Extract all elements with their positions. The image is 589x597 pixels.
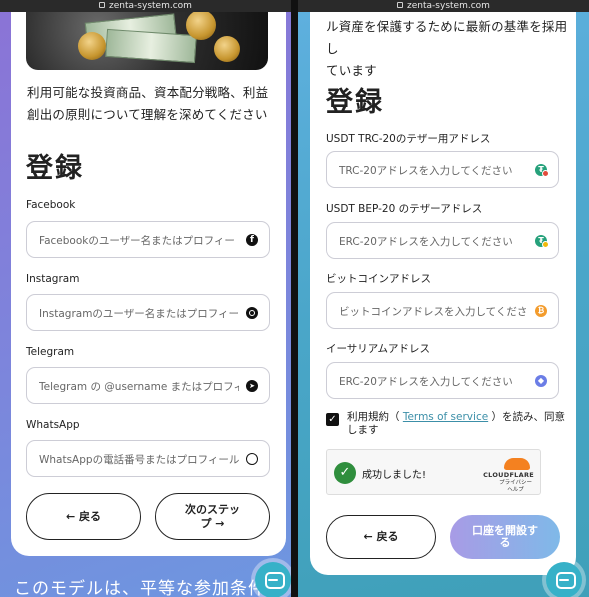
instagram-placeholder: Instagramのユーザー名またはプロフィー bbox=[39, 308, 239, 320]
right-screen: zenta-system.com ル資産を保護するために最新の基準を採用し てい… bbox=[298, 0, 589, 597]
bitcoin-icon: ₿ bbox=[535, 305, 547, 317]
whatsapp-placeholder: WhatsAppの電話番号またはプロフィール bbox=[39, 454, 239, 466]
instagram-icon bbox=[246, 307, 258, 319]
whatsapp-input[interactable]: WhatsAppの電話番号またはプロフィール bbox=[26, 440, 270, 477]
coin bbox=[78, 32, 106, 60]
url-bar[interactable]: zenta-system.com bbox=[298, 0, 589, 12]
privacy-link[interactable]: プライバシー bbox=[499, 480, 532, 487]
captcha-links: プライバシー ヘルプ bbox=[499, 480, 532, 493]
next-step-button[interactable]: 次のステッ プ → bbox=[155, 493, 270, 540]
coin bbox=[214, 36, 240, 62]
usdt-trc20-input[interactable]: TRC-20アドレスを入力してください ₮ bbox=[326, 151, 559, 188]
banknote-stack bbox=[105, 28, 197, 64]
facebook-placeholder: Facebookのユーザー名またはプロフィー bbox=[39, 235, 235, 247]
ethereum-label: イーサリアムアドレス bbox=[326, 343, 431, 355]
chat-icon[interactable] bbox=[546, 562, 582, 597]
coin bbox=[186, 10, 216, 40]
chat-icon[interactable] bbox=[255, 562, 291, 597]
captcha-widget[interactable]: ✓ 成功しました! CLOUDFLARE プライバシー ヘルプ bbox=[326, 449, 541, 495]
usdt-bep20-icon: ₮ bbox=[535, 235, 549, 248]
cloudflare-cloud-icon bbox=[504, 458, 530, 470]
facebook-icon: f bbox=[246, 234, 258, 246]
footer-text: このモデルは、平等な参加条件 bbox=[14, 579, 266, 597]
back-button[interactable]: ← 戻る bbox=[26, 493, 141, 540]
open-account-label-line2: る bbox=[499, 536, 511, 549]
terms-checkbox[interactable]: ✓ bbox=[326, 413, 339, 426]
usdt-trc20-placeholder: TRC-20アドレスを入力してください bbox=[339, 165, 513, 177]
next-button-label-line2: プ → bbox=[200, 516, 225, 530]
lock-icon bbox=[397, 2, 404, 8]
telegram-placeholder: Telegram の @username またはプロフィ bbox=[39, 381, 239, 393]
usdt-bep20-placeholder: ERC-20アドレスを入力してください bbox=[339, 236, 513, 248]
telegram-icon: ➤ bbox=[246, 380, 258, 392]
ethereum-icon: ◆ bbox=[535, 375, 547, 387]
registration-card: 利用可能な投資商品、資本配分戦略、利益創出の原則について理解を深めてください 登… bbox=[11, 0, 286, 556]
telegram-input[interactable]: Telegram の @username またはプロフィ ➤ bbox=[26, 367, 270, 404]
whatsapp-label: WhatsApp bbox=[26, 419, 80, 431]
terms-prefix: 利用規約（ bbox=[347, 411, 400, 423]
captcha-status: 成功しました! bbox=[362, 470, 427, 481]
bitcoin-placeholder: ビットコインアドレスを入力してくださ bbox=[339, 306, 528, 318]
lock-icon bbox=[99, 2, 106, 8]
usdt-bep20-label: USDT BEP-20 のテザーアドレス bbox=[326, 203, 483, 215]
success-check-icon: ✓ bbox=[334, 462, 356, 484]
ethereum-placeholder: ERC-20アドレスを入力してください bbox=[339, 376, 513, 388]
intro-line-2: ています bbox=[326, 63, 377, 78]
usdt-bep20-input[interactable]: ERC-20アドレスを入力してください ₮ bbox=[326, 222, 559, 259]
ethereum-input[interactable]: ERC-20アドレスを入力してください ◆ bbox=[326, 362, 559, 399]
facebook-input[interactable]: Facebookのユーザー名またはプロフィー f bbox=[26, 221, 270, 258]
intro-text: 利用可能な投資商品、資本配分戦略、利益創出の原則について理解を深めてください bbox=[27, 85, 269, 122]
left-screen: zenta-system.com 利用可能な投資商品、資本配分戦略、利益創出の原… bbox=[0, 0, 291, 597]
back-button-label: ← 戻る bbox=[363, 530, 399, 543]
bitcoin-label: ビットコインアドレス bbox=[326, 273, 431, 285]
usdt-trc20-label: USDT TRC-20のテザー用アドレス bbox=[326, 133, 491, 145]
usdt-trc20-icon: ₮ bbox=[535, 164, 549, 177]
whatsapp-icon bbox=[246, 453, 258, 465]
terms-of-service-link[interactable]: Terms of service bbox=[403, 411, 488, 423]
open-account-button[interactable]: 口座を開設す る bbox=[450, 515, 560, 559]
next-button-label-line1: 次のステッ bbox=[185, 502, 240, 516]
intro-text: ル資産を保護するために最新の基準を採用し ています bbox=[326, 16, 571, 82]
page-title: 登録 bbox=[26, 153, 84, 184]
url-bar[interactable]: zenta-system.com bbox=[0, 0, 291, 12]
page-title: 登録 bbox=[326, 87, 384, 118]
registration-card: ル資産を保護するために最新の基準を採用し ています 登録 USDT TRC-20… bbox=[310, 0, 576, 575]
telegram-label: Telegram bbox=[26, 346, 75, 358]
back-button[interactable]: ← 戻る bbox=[326, 515, 436, 559]
instagram-label: Instagram bbox=[26, 273, 80, 285]
bitcoin-input[interactable]: ビットコインアドレスを入力してくださ ₿ bbox=[326, 292, 559, 329]
help-link[interactable]: ヘルプ bbox=[499, 487, 532, 494]
screen-divider bbox=[291, 0, 298, 597]
instagram-input[interactable]: Instagramのユーザー名またはプロフィー bbox=[26, 294, 270, 331]
cloudflare-logo: CLOUDFLARE bbox=[483, 471, 534, 479]
url-text: zenta-system.com bbox=[109, 1, 192, 11]
facebook-label: Facebook bbox=[26, 199, 76, 211]
url-text: zenta-system.com bbox=[407, 1, 490, 11]
back-button-label: ← 戻る bbox=[65, 509, 102, 523]
terms-text: 利用規約（ Terms of service ）を読み、同意します bbox=[347, 411, 572, 437]
intro-line-1: ル資産を保護するために最新の基準を採用し bbox=[326, 19, 568, 56]
